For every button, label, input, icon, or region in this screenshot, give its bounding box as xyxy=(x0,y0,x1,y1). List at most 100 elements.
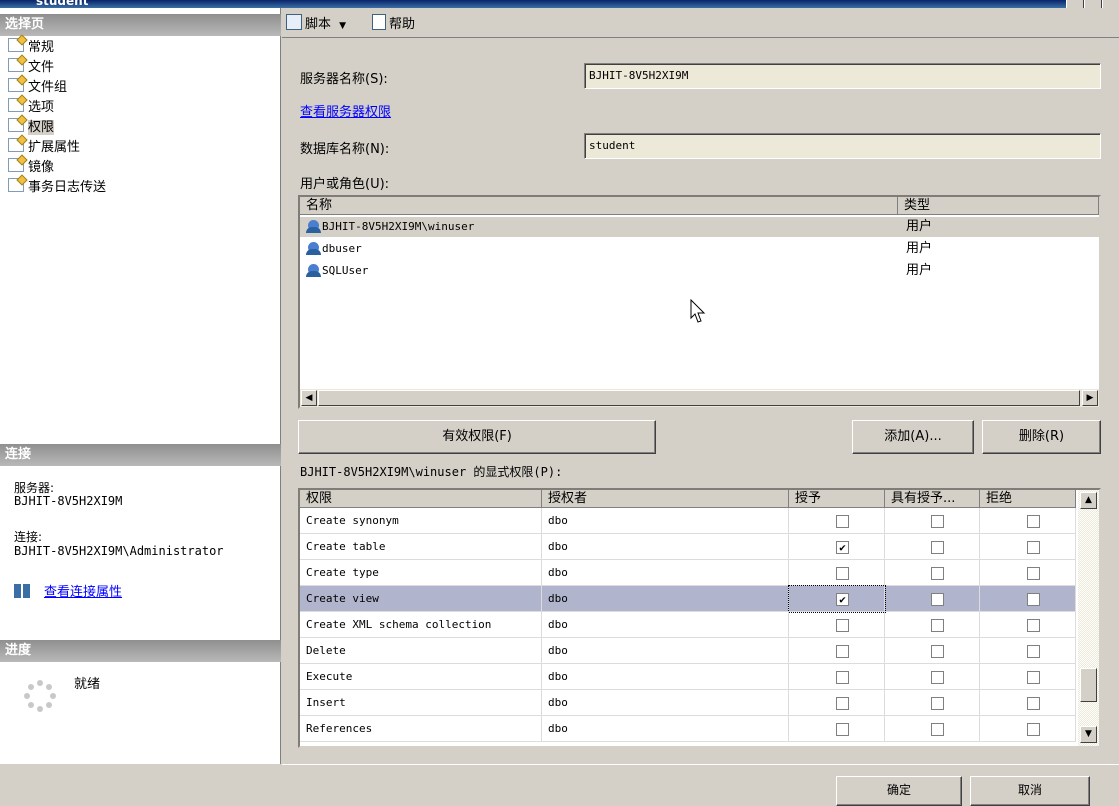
effective-permissions-button[interactable]: 有效权限(F) xyxy=(298,420,656,454)
with-grant-checkbox[interactable] xyxy=(931,671,944,684)
with-grant-checkbox[interactable] xyxy=(931,619,944,632)
nav-item[interactable]: 常规 xyxy=(8,38,54,57)
users-horizontal-scrollbar[interactable]: ◀ ▶ xyxy=(300,389,1099,407)
permission-row[interactable]: Create type dbo xyxy=(300,560,1076,586)
perm-header-deny[interactable]: 拒绝 xyxy=(980,490,1076,508)
with-grant-checkbox[interactable] xyxy=(931,515,944,528)
deny-checkbox[interactable] xyxy=(1027,697,1040,710)
deny-checkbox[interactable] xyxy=(1027,541,1040,554)
with-grant-checkbox[interactable] xyxy=(931,645,944,658)
users-header-name[interactable]: 名称 xyxy=(300,197,898,215)
add-button[interactable]: 添加(A)... xyxy=(852,420,974,454)
nav-item[interactable]: 文件组 xyxy=(8,78,67,97)
nav-item[interactable]: 选项 xyxy=(8,98,54,117)
permission-row[interactable]: Delete dbo xyxy=(300,638,1076,664)
scroll-right-icon[interactable]: ▶ xyxy=(1082,390,1098,406)
permission-row[interactable]: Create XML schema collection dbo xyxy=(300,612,1076,638)
scroll-left-icon[interactable]: ◀ xyxy=(301,390,317,406)
grant-checkbox[interactable] xyxy=(836,567,849,580)
permissions-vertical-scrollbar[interactable]: ▲ ▼ xyxy=(1078,490,1099,746)
with-grant-checkbox[interactable] xyxy=(931,723,944,736)
grant-checkbox[interactable] xyxy=(836,619,849,632)
users-header-type[interactable]: 类型 xyxy=(898,197,1099,215)
perm-header-permission[interactable]: 权限 xyxy=(300,490,542,508)
scroll-up-icon[interactable]: ▲ xyxy=(1080,492,1097,509)
property-page-icon xyxy=(8,178,24,192)
deny-checkbox[interactable] xyxy=(1027,593,1040,606)
grant-checkbox[interactable] xyxy=(836,645,849,658)
nav-item-label: 常规 xyxy=(28,40,55,55)
nav-item[interactable]: 权限 xyxy=(8,118,55,137)
deny-checkbox[interactable] xyxy=(1027,671,1040,684)
grant-checkbox[interactable] xyxy=(836,515,849,528)
permission-row[interactable]: Create synonym dbo xyxy=(300,508,1076,534)
user-row[interactable]: dbuser 用户 xyxy=(300,239,1099,259)
nav-item[interactable]: 文件 xyxy=(8,58,54,77)
permissions-grid[interactable]: 权限 授权者 授予 具有授予... 拒绝 Create synonym dbo Cr… xyxy=(298,488,1101,748)
grant-checkbox[interactable] xyxy=(836,723,849,736)
property-page-icon xyxy=(8,58,24,72)
toolbar: 脚本 ▼ 帮助 xyxy=(282,8,1119,38)
maximize-button[interactable] xyxy=(1084,0,1102,8)
help-button[interactable]: 帮助 xyxy=(372,14,415,34)
permission-grantor: dbo xyxy=(542,612,789,638)
view-connection-properties[interactable]: 查看连接属性 xyxy=(14,584,122,600)
with-grant-checkbox[interactable] xyxy=(931,593,944,606)
property-page-icon xyxy=(8,118,24,132)
user-row[interactable]: SQLUser 用户 xyxy=(300,261,1099,281)
permission-row[interactable]: Create view dbo ✔ xyxy=(300,585,1076,613)
perm-header-grant[interactable]: 授予 xyxy=(789,490,885,508)
server-name-field[interactable]: BJHIT-8V5H2XI9M xyxy=(584,63,1101,89)
user-row[interactable]: BJHIT-8V5H2XI9M\winuser 用户 xyxy=(300,217,1099,237)
nav-item[interactable]: 扩展属性 xyxy=(8,138,80,157)
deny-checkbox[interactable] xyxy=(1027,723,1040,736)
database-name-field[interactable]: student xyxy=(584,133,1101,159)
perm-header-with-grant[interactable]: 具有授予... xyxy=(885,490,980,508)
user-type: 用户 xyxy=(906,263,933,278)
title-bar: student xyxy=(0,0,1119,8)
server-name-label: 服务器名称(S): xyxy=(300,72,388,87)
deny-checkbox[interactable] xyxy=(1027,515,1040,528)
permission-row[interactable]: Insert dbo xyxy=(300,690,1076,716)
permission-grantor: dbo xyxy=(542,716,789,742)
deny-checkbox[interactable] xyxy=(1027,645,1040,658)
close-button[interactable] xyxy=(1102,0,1119,8)
with-grant-checkbox[interactable] xyxy=(931,541,944,554)
users-scroll-thumb[interactable] xyxy=(318,390,1080,406)
view-connection-link[interactable]: 查看连接属性 xyxy=(44,585,122,600)
select-page-header: 选择页 xyxy=(0,14,281,36)
with-grant-checkbox[interactable] xyxy=(931,567,944,580)
scroll-down-icon[interactable]: ▼ xyxy=(1080,726,1097,743)
permission-grantor: dbo xyxy=(542,690,789,716)
with-grant-checkbox[interactable] xyxy=(931,697,944,710)
script-button[interactable]: 脚本 ▼ xyxy=(286,14,346,34)
permission-grantor: dbo xyxy=(542,560,789,586)
script-label: 脚本 xyxy=(305,17,332,32)
user-type: 用户 xyxy=(906,219,933,234)
minimize-button[interactable] xyxy=(1066,0,1084,8)
deny-checkbox[interactable] xyxy=(1027,567,1040,580)
grant-checkbox[interactable] xyxy=(836,671,849,684)
nav-item[interactable]: 事务日志传送 xyxy=(8,178,106,197)
connection-value: BJHIT-8V5H2XI9M\Administrator xyxy=(14,544,224,558)
users-grid[interactable]: 名称 类型 BJHIT-8V5H2XI9M\winuser 用户 dbuser 用户 S… xyxy=(298,195,1101,409)
permission-row[interactable]: Execute dbo xyxy=(300,664,1076,690)
user-icon xyxy=(306,264,321,277)
database-name-label: 数据库名称(N): xyxy=(300,142,390,157)
nav-item[interactable]: 镜像 xyxy=(8,158,54,177)
ok-button[interactable]: 确定 xyxy=(836,776,962,806)
connection-properties-icon xyxy=(14,584,30,598)
grant-checkbox[interactable] xyxy=(836,697,849,710)
grant-checkbox[interactable]: ✔ xyxy=(836,541,849,554)
cancel-button[interactable]: 取消 xyxy=(970,776,1090,806)
grant-checkbox[interactable]: ✔ xyxy=(836,593,849,606)
perm-header-grantor[interactable]: 授权者 xyxy=(542,490,789,508)
view-server-permissions-link[interactable]: 查看服务器权限 xyxy=(300,101,391,120)
deny-checkbox[interactable] xyxy=(1027,619,1040,632)
permission-name: Create XML schema collection xyxy=(300,612,542,638)
server-label: 服务器: xyxy=(14,481,55,495)
permission-row[interactable]: Create table dbo ✔ xyxy=(300,534,1076,560)
permissions-scroll-thumb[interactable] xyxy=(1080,668,1097,702)
remove-button[interactable]: 删除(R) xyxy=(982,420,1101,454)
permission-row[interactable]: References dbo xyxy=(300,716,1076,742)
